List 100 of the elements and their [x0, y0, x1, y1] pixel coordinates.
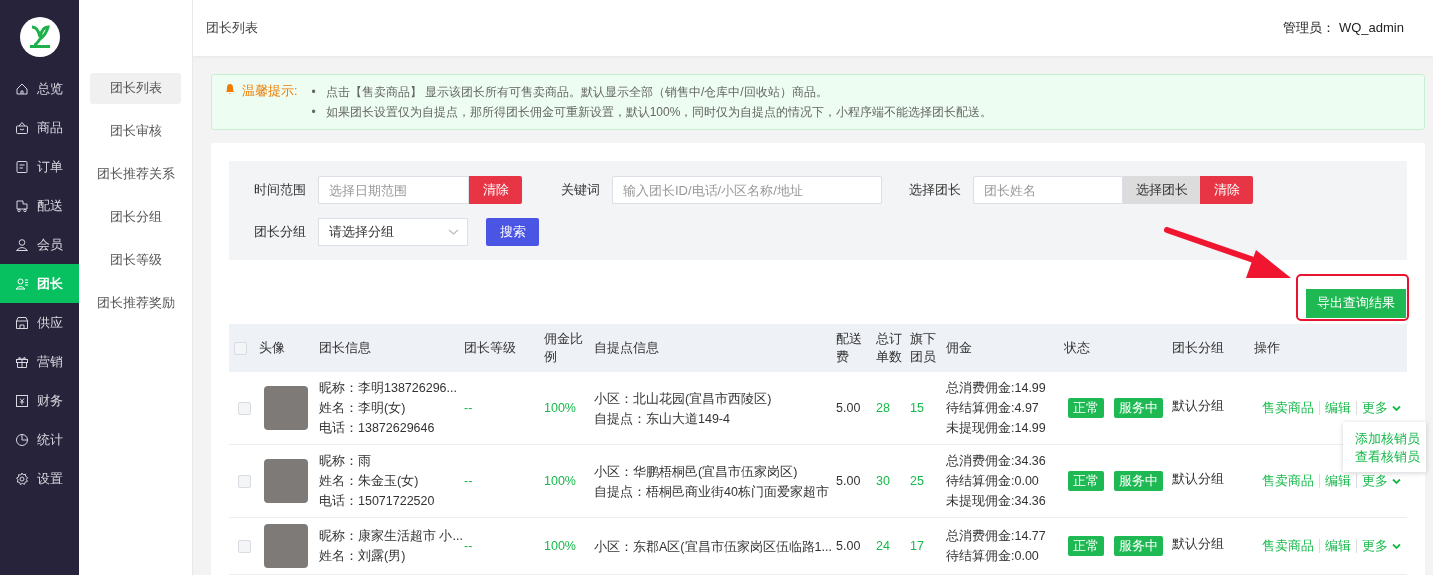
bullet-mark: •	[311, 84, 316, 101]
column-header: 头像	[258, 339, 286, 357]
pickup-info-text: 自提点：东山大道149-4	[594, 411, 731, 428]
column-header: 自提点信息	[593, 339, 660, 357]
leader-info-text: 电话：13872629646	[319, 420, 436, 437]
column-header: 佣金	[945, 339, 973, 357]
leader-info-text: 姓名：刘露(男)	[319, 548, 407, 565]
column-header: 团长分组	[1171, 339, 1225, 357]
table-cell-text: 24	[876, 538, 891, 555]
leader-name-field[interactable]: 团长姓名	[973, 176, 1123, 204]
commission-text: 待结算佣金:0.00	[946, 473, 1040, 490]
sidebar-item[interactable]: 营销	[0, 342, 79, 381]
commission-text: 总消费佣金:34.36	[946, 453, 1047, 470]
group-select[interactable]: 请选择分组	[318, 218, 468, 246]
field-label: 选择团长	[909, 181, 961, 199]
pickup-info-text: 小区：华鹏梧桐邑(宜昌市伍家岗区)	[594, 464, 799, 481]
sidebar-item[interactable]: 统计	[0, 420, 79, 459]
field-label: 时间范围	[254, 181, 306, 199]
photo-placeholder	[264, 386, 308, 430]
sidebar-item[interactable]: 配送	[0, 186, 79, 225]
status-tag: 正常	[1068, 536, 1104, 556]
field-label: 关键词	[561, 181, 600, 199]
leader-info-text: 电话：15071722520	[319, 493, 436, 510]
select-leader-button[interactable]: 选择团长	[1123, 176, 1200, 204]
leader-info-text: 姓名：朱金玉(女)	[319, 473, 420, 490]
commission-text: 待结算佣金:0.00	[946, 548, 1040, 565]
column-header: 佣金比例	[543, 330, 584, 366]
sidebar-item[interactable]: 财务	[0, 381, 79, 420]
table-cell-text: 默认分组	[1172, 471, 1225, 488]
column-header: 旗下团员	[909, 330, 937, 366]
field-label: 团长分组	[254, 223, 306, 241]
column-header: 操作	[1253, 339, 1281, 357]
date-range-field[interactable]: 选择日期范围	[318, 176, 469, 204]
table-cell-text: --	[464, 538, 474, 555]
bullet-mark: •	[311, 104, 316, 121]
table-cell-text: 100%	[544, 400, 577, 417]
row-checkbox[interactable]	[238, 401, 251, 415]
notice-text: 点击【售卖商品】 显示该团长所有可售卖商品。默认显示全部（销售中/仓库中/回收站）商品。	[325, 84, 828, 101]
select-value: 请选择分组	[329, 223, 394, 241]
page-title: 团长列表	[206, 19, 258, 37]
notice-text: 如果团长设置仅为自提点，那所得团长佣金可重新设置，默认100%，同时仅为自提点的情况下，小程序端不能选择团长配送。	[325, 104, 993, 121]
subnav-item[interactable]: 团长等级	[90, 245, 181, 276]
photo-placeholder	[264, 459, 308, 503]
gift-icon	[15, 354, 29, 369]
table-cell-text: 15	[910, 400, 925, 417]
chart-icon	[15, 432, 29, 447]
subnav-item[interactable]: 团长审核	[90, 116, 181, 147]
row-checkbox[interactable]	[238, 474, 251, 488]
sidebar-item[interactable]: 会员	[0, 225, 79, 264]
search-button[interactable]: 搜索	[486, 218, 539, 246]
commission-text: 未提现佣金:14.99	[946, 420, 1047, 437]
order-icon	[15, 159, 29, 174]
status-tag: 正常	[1068, 471, 1104, 491]
photo-placeholder	[264, 524, 308, 568]
table-cell-text: 30	[876, 473, 891, 490]
table-cell-text: 默认分组	[1172, 398, 1225, 415]
clear-button[interactable]: 清除	[469, 176, 522, 204]
store-icon	[15, 315, 29, 330]
table-cell-text: 5.00	[836, 473, 862, 490]
status-tag: 正常	[1068, 398, 1104, 418]
commission-text: 未提现佣金:34.36	[946, 493, 1047, 510]
gear-icon	[15, 471, 29, 486]
home-icon	[15, 81, 29, 96]
status-tag: 服务中	[1114, 536, 1163, 556]
caret-icon	[1391, 543, 1401, 549]
table-cell-text: 28	[876, 400, 891, 417]
subnav-item[interactable]: 团长推荐奖励	[90, 288, 181, 319]
subnav-item[interactable]: 团长推荐关系	[90, 159, 181, 190]
leader-icon	[15, 276, 29, 291]
table-cell-text: 17	[910, 538, 925, 555]
sidebar-item[interactable]: 供应	[0, 303, 79, 342]
notice-title: 温馨提示:	[242, 83, 298, 100]
bell-icon	[224, 82, 236, 95]
caret-icon	[1391, 405, 1401, 411]
column-header: 团长信息	[318, 339, 372, 357]
column-header: 团长等级	[463, 339, 517, 357]
leader-info-text: 姓名：李明(女)	[319, 400, 407, 417]
sidebar-item[interactable]: 订单	[0, 147, 79, 186]
column-header: 状态	[1063, 339, 1091, 357]
finance-icon	[15, 393, 29, 408]
keyword-field[interactable]: 输入团长ID/电话/小区名称/地址	[612, 176, 882, 204]
bag-icon	[15, 120, 29, 135]
header-checkbox[interactable]	[234, 341, 247, 355]
table-cell-text: 5.00	[836, 400, 862, 417]
pickup-info-text: 小区：东郡A区(宜昌市伍家岗区伍临路1...	[594, 539, 832, 556]
truck-icon	[15, 198, 29, 213]
column-header: 配送费	[835, 330, 863, 366]
subnav-item[interactable]: 团长分组	[90, 202, 181, 233]
sidebar-item[interactable]: 总览	[0, 69, 79, 108]
status-tag: 服务中	[1114, 398, 1163, 418]
sidebar-item[interactable]: 设置	[0, 459, 79, 498]
sidebar-item[interactable]: 商品	[0, 108, 79, 147]
column-header: 总订单数	[875, 330, 903, 366]
table-cell-text: 100%	[544, 473, 577, 490]
commission-text: 待结算佣金:4.97	[946, 400, 1040, 417]
clear-button[interactable]: 清除	[1200, 176, 1253, 204]
caret-icon	[1391, 478, 1401, 484]
table-cell-text: 100%	[544, 538, 577, 555]
subnav-item[interactable]: 团长列表	[90, 73, 181, 104]
row-checkbox[interactable]	[238, 539, 251, 553]
